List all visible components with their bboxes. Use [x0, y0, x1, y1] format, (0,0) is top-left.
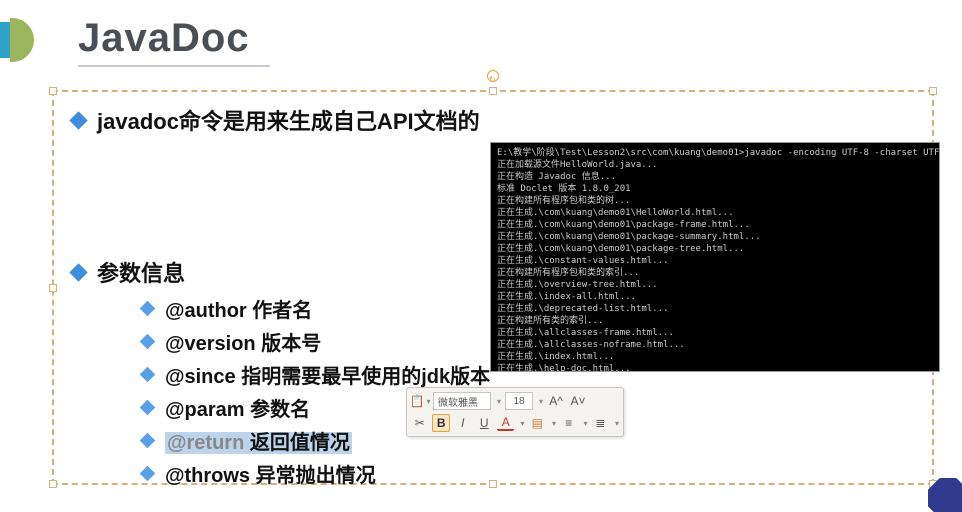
param-text: @version 版本号 [165, 327, 321, 356]
font-shrink-button[interactable]: A˅ [569, 392, 587, 410]
highlight-button[interactable]: ▤ [529, 414, 546, 432]
bullet-main: javadoc命令是用来生成自己API文档的 [72, 104, 922, 136]
chevron-down-icon[interactable]: ▾ [615, 419, 619, 428]
diamond-bullet-icon [69, 111, 87, 129]
italic-button[interactable]: I [454, 414, 471, 432]
resize-handle-bl[interactable] [49, 480, 57, 488]
align-button[interactable]: ≡ [560, 414, 577, 432]
bullet-main-text: javadoc命令是用来生成自己API文档的 [97, 104, 480, 136]
diamond-bullet-icon [140, 466, 156, 482]
diamond-bullet-icon [140, 400, 156, 416]
resize-handle-tl[interactable] [49, 87, 57, 95]
font-name-select[interactable]: 微软雅黑 [433, 392, 491, 410]
param-text: @since 指明需要最早使用的jdk版本 [165, 360, 490, 389]
slide-title: JavaDoc [78, 16, 270, 67]
diamond-bullet-icon [140, 367, 156, 383]
resize-handle-ml[interactable] [49, 284, 57, 292]
param-text: @author 作者名 [165, 294, 312, 323]
diamond-bullet-icon [140, 433, 156, 449]
font-grow-button[interactable]: A^ [547, 392, 565, 410]
resize-handle-tr[interactable] [929, 87, 937, 95]
slide-logo [0, 18, 40, 62]
chevron-down-icon[interactable]: ▾ [583, 419, 587, 428]
resize-handle-mt[interactable] [489, 87, 497, 95]
diamond-bullet-icon [140, 301, 156, 317]
param-item: @throws 异常抛出情况 [142, 459, 922, 488]
param-text: @param 参数名 [165, 393, 310, 422]
mini-format-toolbar[interactable]: 📋▾ 微软雅黑 ▾ 18 ▾ A^ A˅ ✂ B I U A ▾ ▤ ▾ ≡ ▾… [406, 387, 624, 437]
param-text: @return 返回值情况 [165, 426, 352, 455]
paste-icon[interactable]: 📋▾ [411, 392, 429, 410]
bullets-button[interactable]: ≣ [592, 414, 609, 432]
diamond-bullet-icon [140, 334, 156, 350]
font-size-select[interactable]: 18 [505, 392, 533, 410]
bold-button[interactable]: B [432, 414, 450, 432]
chevron-down-icon[interactable]: ▾ [539, 397, 543, 406]
cut-icon[interactable]: ✂ [411, 414, 428, 432]
underline-button[interactable]: U [476, 414, 493, 432]
resize-handle-mb[interactable] [489, 480, 497, 488]
rotate-handle-icon[interactable] [487, 70, 499, 82]
section-title-text: 参数信息 [97, 256, 185, 288]
terminal-output: E:\教学\阶段\Test\Lesson2\src\com\kuang\demo… [490, 142, 940, 372]
param-text: @throws 异常抛出情况 [165, 459, 376, 488]
chevron-down-icon[interactable]: ▾ [552, 419, 556, 428]
font-color-button[interactable]: A [497, 415, 514, 431]
diamond-bullet-icon [69, 263, 87, 281]
corner-decoration [928, 478, 962, 512]
chevron-down-icon[interactable]: ▾ [520, 419, 524, 428]
textbox-selection[interactable]: javadoc命令是用来生成自己API文档的 参数信息 @author 作者名 @… [52, 90, 934, 485]
chevron-down-icon[interactable]: ▾ [497, 397, 501, 406]
